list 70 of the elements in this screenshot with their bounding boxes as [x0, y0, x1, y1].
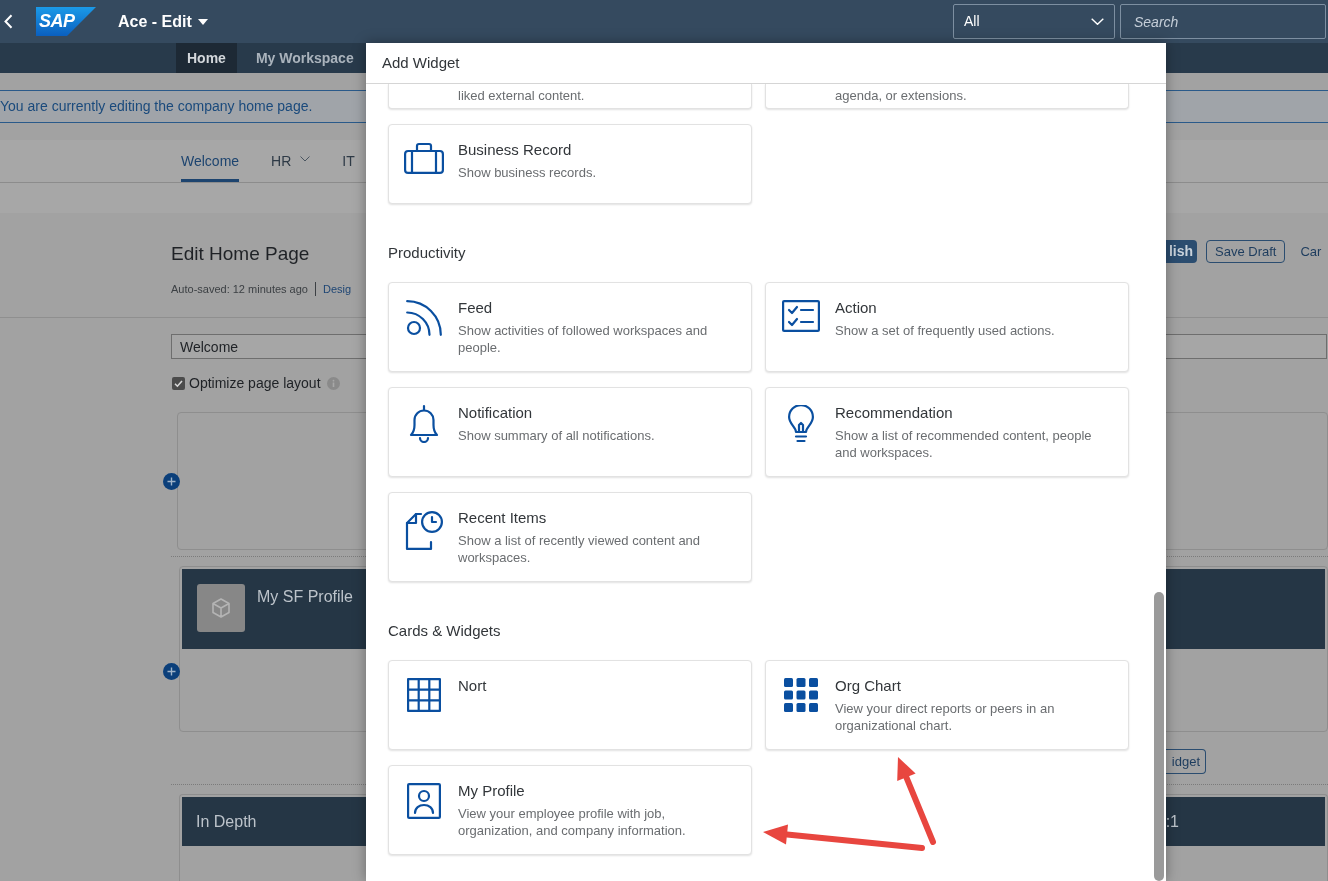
widget-description: Show a set of frequently used actions.: [835, 322, 1055, 339]
logo-icon: [36, 7, 96, 36]
person-frame-icon: [407, 783, 441, 819]
nav-tab[interactable]: Home: [176, 43, 237, 73]
widget-title: My Profile: [458, 781, 525, 801]
page-title: Edit Home Page: [171, 242, 310, 266]
widget-title: Nort: [458, 676, 487, 696]
widget-title: Business Record: [458, 140, 572, 160]
widget-title: In Depth: [196, 811, 257, 832]
checklist-icon: [782, 300, 820, 332]
link[interactable]: Desig: [323, 282, 352, 296]
section-heading: Cards & Widgets: [388, 621, 501, 641]
caret-icon: [197, 18, 208, 25]
cube-icon: [197, 584, 245, 632]
add-icon[interactable]: [163, 663, 180, 680]
page-tab[interactable]: Welcome: [181, 146, 240, 182]
page-tab[interactable]: IT: [342, 146, 355, 182]
back-icon[interactable]: [4, 14, 13, 29]
widget-card[interactable]: Recent Items Show a list of recently viewed content and workspaces.: [388, 492, 752, 582]
widget-card[interactable]: Nort: [388, 660, 752, 750]
chevron-down-icon: [1091, 18, 1104, 25]
widget-title: Org Chart: [835, 676, 901, 696]
action-button[interactable]: lish: [1166, 240, 1197, 263]
scrollbar-thumb[interactable]: [1154, 592, 1164, 881]
widget-title: My SF Profile: [257, 587, 353, 607]
widget-description: liked external content.: [458, 87, 586, 104]
search-field[interactable]: Search: [1120, 4, 1326, 39]
widget-description: Show activities of followed workspaces and people.: [458, 322, 709, 356]
widget-description: Show a list of recently viewed content and workspaces.: [458, 532, 702, 566]
widget-description: View your employee profile with job, organization, and company information.: [458, 805, 687, 839]
add-icon[interactable]: [163, 473, 180, 490]
widget-description: Show business records.: [458, 164, 596, 181]
widget-card[interactable]: liked external content.: [388, 84, 752, 109]
widget-description: View your direct reports or peers in an organizational chart.: [835, 700, 1056, 734]
logo-text: SAP: [39, 10, 75, 32]
rss-icon: [406, 300, 442, 336]
widget-card[interactable]: Notification Show summary of all notifications.: [388, 387, 752, 477]
widget-header-text: :1: [1165, 811, 1179, 832]
page-tab[interactable]: HR: [271, 146, 311, 182]
widget-card[interactable]: My Profile View your employee profile with job, organization, and company information.: [388, 765, 752, 855]
lightbulb-icon: [788, 405, 814, 445]
title-menu-button[interactable]: Ace - Edit: [118, 9, 208, 34]
widget-title: Action: [835, 298, 877, 318]
nav-tab[interactable]: My Workspace: [244, 43, 365, 73]
widget-card[interactable]: Feed Show activities of followed workspaces and people.: [388, 282, 752, 372]
bell-icon: [408, 405, 440, 443]
action-button[interactable]: Save Draft: [1206, 240, 1286, 263]
link-button[interactable]: Car: [1300, 240, 1322, 263]
widget-card[interactable]: Org Chart View your direct reports or peers in an organizational chart.: [765, 660, 1129, 750]
widget-card[interactable]: agenda, or extensions.: [765, 84, 1129, 109]
widget-description: Show summary of all notifications.: [458, 427, 655, 444]
widget-description: Show a list of recommended content, people and workspaces.: [835, 427, 1093, 461]
widget-title: Notification: [458, 403, 533, 423]
document-clock-icon: [405, 510, 443, 550]
notice-text: You are currently editing the company home page.: [0, 97, 313, 116]
widget-title: Recent Items: [458, 508, 547, 528]
briefcase-icon: [404, 142, 444, 174]
widget-description: agenda, or extensions.: [835, 87, 968, 104]
widget-title: Recommendation: [835, 403, 953, 423]
checkbox-label: Optimize page layout: [189, 374, 321, 393]
widget-card[interactable]: Action Show a set of frequently used actions.: [765, 282, 1129, 372]
widget-title: Feed: [458, 298, 493, 318]
table-grid-icon: [407, 678, 441, 712]
autosave-text: Auto-saved: 12 minutes ago: [171, 282, 308, 296]
scope-select[interactable]: All: [953, 4, 1115, 39]
checkbox[interactable]: [172, 377, 185, 390]
dots-grid-icon: [784, 678, 818, 712]
widget-card[interactable]: Business Record Show business records.: [388, 124, 752, 204]
section-heading: Productivity: [388, 243, 466, 263]
widget-card[interactable]: Recommendation Show a list of recommended content, people and workspaces.: [765, 387, 1129, 477]
